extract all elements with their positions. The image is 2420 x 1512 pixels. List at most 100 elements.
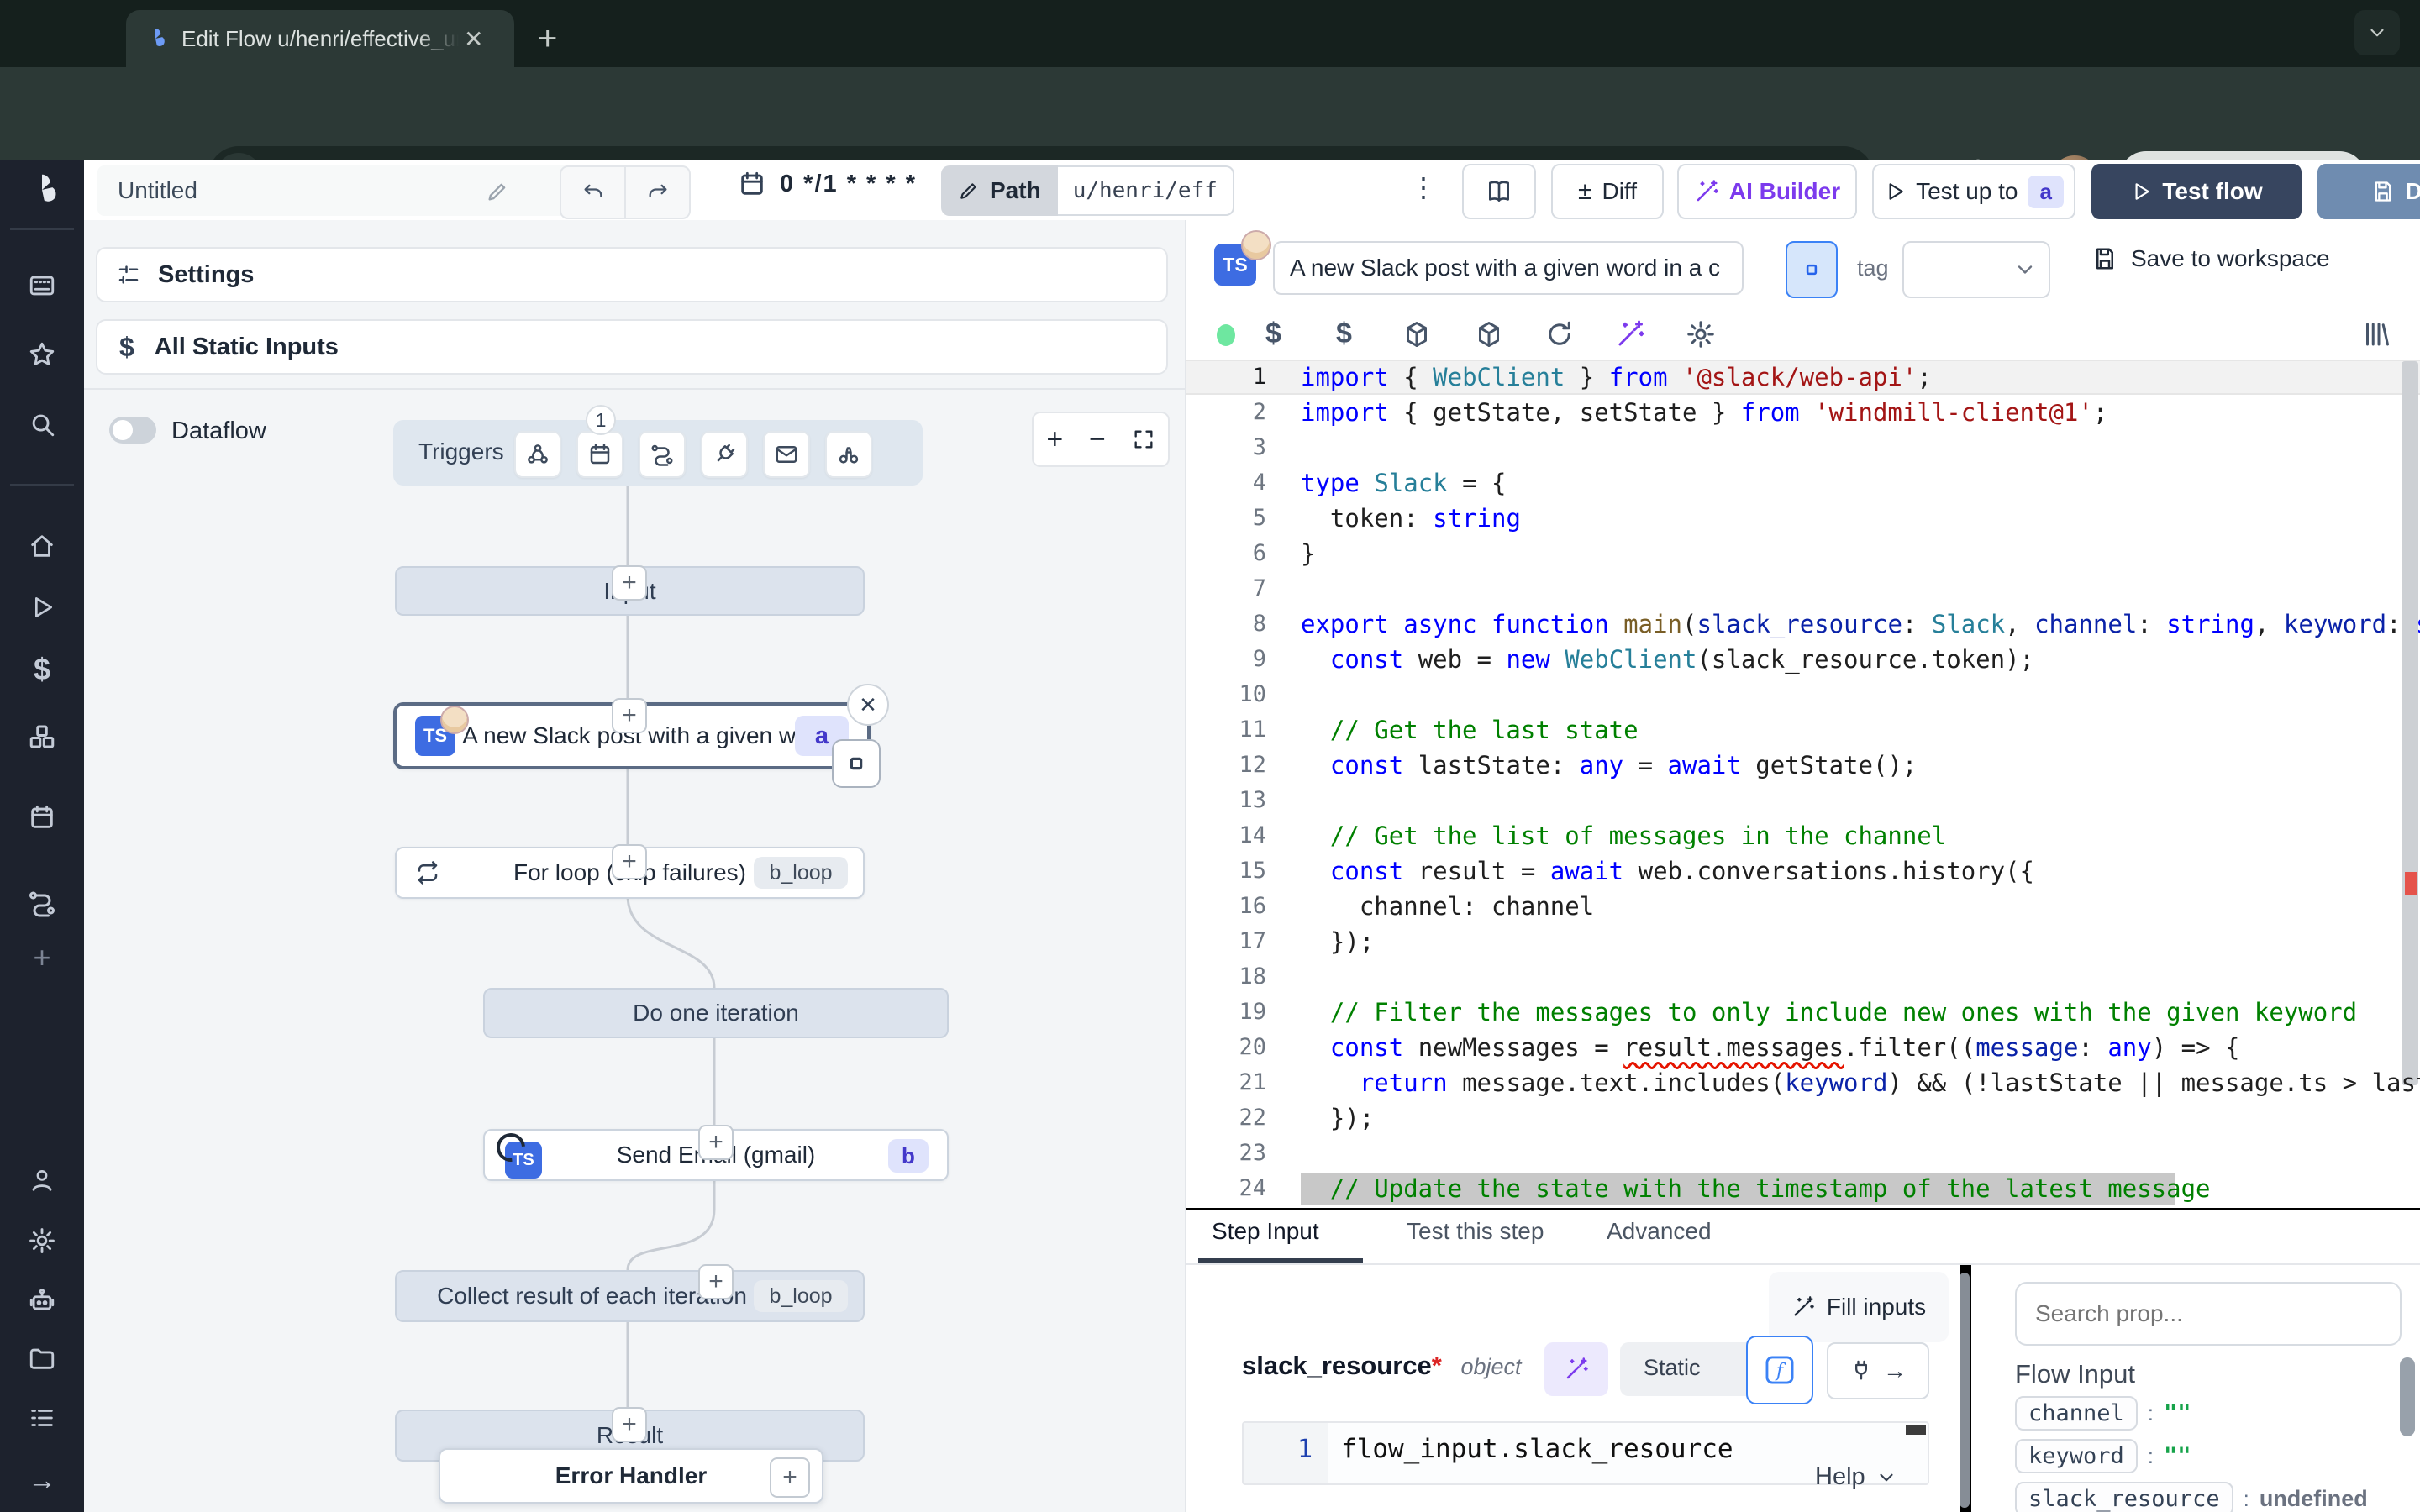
trigger-email-icon[interactable] (763, 431, 810, 478)
code-line[interactable]: 2import { getState, setState } from 'win… (1186, 395, 2420, 430)
tab-close-icon[interactable]: ✕ (464, 25, 483, 53)
trigger-scraper-icon[interactable] (825, 431, 872, 478)
library-icon[interactable] (2361, 319, 2391, 349)
props-scrollbar[interactable] (2400, 1357, 2415, 1436)
prop-name-pill[interactable]: channel (2015, 1396, 2138, 1431)
redo-button[interactable] (626, 167, 689, 218)
edit-name-pencil-icon[interactable] (486, 180, 509, 203)
schedule-display[interactable]: 0 */1 * * * * (738, 170, 917, 198)
ai-builder-button[interactable]: AI Builder (1677, 164, 1857, 219)
sidebar-search-icon[interactable] (28, 410, 56, 438)
node-do-one-iteration[interactable]: Do one iteration (483, 988, 949, 1038)
code-line[interactable]: 4type Slack = { (1186, 465, 2420, 501)
diff-button[interactable]: ± Diff (1551, 164, 1664, 219)
code-line[interactable]: 18 (1186, 959, 2420, 995)
code-line[interactable]: 21 return message.text.includes(keyword)… (1186, 1065, 2420, 1100)
input-mode-toggle[interactable]: Static f (1620, 1342, 1810, 1396)
code-line[interactable]: 12 const lastState: any = await getState… (1186, 748, 2420, 783)
more-options-icon[interactable]: ⋮ (1410, 171, 1437, 203)
sidebar-collapse-arrow-icon[interactable]: → (28, 1465, 56, 1498)
code-line[interactable]: 15 const result = await web.conversation… (1186, 853, 2420, 889)
code-line[interactable]: 13 (1186, 783, 2420, 818)
trigger-schedule-icon[interactable] (576, 431, 623, 478)
ai-assist-wand-icon[interactable] (1615, 319, 1645, 349)
contextual-variables-icon[interactable]: $ (1336, 318, 1352, 350)
sidebar-resources-icon[interactable] (27, 722, 57, 752)
module-box-button[interactable] (1786, 241, 1838, 298)
insert-step-button[interactable]: + (698, 1125, 734, 1160)
flow-input-prop[interactable]: channel:"" (2015, 1396, 2368, 1431)
package-icon[interactable] (1474, 319, 1504, 349)
reload-script-icon[interactable] (1544, 319, 1575, 349)
code-line[interactable]: 9 const web = new WebClient(slack_resour… (1186, 642, 2420, 677)
code-line[interactable]: 5 token: string (1186, 501, 2420, 536)
sidebar-runs-icon[interactable] (29, 594, 55, 621)
code-line[interactable]: 6} (1186, 536, 2420, 571)
insert-step-button[interactable]: + (612, 1407, 647, 1442)
sidebar-routes-icon[interactable] (27, 888, 57, 918)
sidebar-workspace-icon[interactable] (28, 271, 56, 300)
package-icon[interactable] (1402, 319, 1432, 349)
code-line[interactable]: 19 // Filter the messages to only includ… (1186, 995, 2420, 1030)
code-line[interactable]: 24 // Update the state with the timestam… (1186, 1171, 2420, 1206)
trigger-websocket-icon[interactable] (701, 431, 748, 478)
step-summary-input[interactable] (1273, 241, 1744, 295)
search-prop-input[interactable] (2015, 1282, 2402, 1346)
prop-name-pill[interactable]: keyword (2015, 1439, 2138, 1473)
early-stop-icon[interactable] (832, 739, 881, 788)
flow-input-prop[interactable]: slack_resource:undefined (2015, 1482, 2368, 1512)
code-line[interactable]: 10 (1186, 677, 2420, 712)
code-line[interactable]: 23 (1186, 1136, 2420, 1171)
editor-scrollbar[interactable] (2402, 361, 2418, 1085)
sidebar-add-icon[interactable]: + (33, 940, 50, 975)
code-line[interactable]: 11 // Get the last state (1186, 712, 2420, 748)
code-line[interactable]: 17 }); (1186, 924, 2420, 959)
tab-search-button[interactable] (2354, 10, 2400, 55)
sidebar-schedules-icon[interactable] (28, 803, 56, 832)
insert-step-button[interactable]: + (612, 698, 647, 733)
ai-fill-wand-button[interactable] (1544, 1342, 1608, 1396)
code-editor[interactable]: 1import { WebClient } from '@slack/web-a… (1186, 360, 2420, 1208)
flow-name-input[interactable] (97, 165, 598, 216)
prop-name-pill[interactable]: slack_resource (2015, 1482, 2233, 1512)
insert-step-button[interactable]: + (698, 1264, 734, 1299)
insert-step-button[interactable]: + (612, 565, 647, 601)
sidebar-home-icon[interactable] (28, 532, 56, 560)
sidebar-favorites-star-icon[interactable] (28, 340, 56, 369)
trigger-route-icon[interactable] (639, 431, 686, 478)
path-edit-button[interactable]: Path (941, 165, 1058, 216)
flow-input-prop[interactable]: keyword:"" (2015, 1439, 2368, 1473)
code-line[interactable]: 20 const newMessages = result.messages.f… (1186, 1030, 2420, 1065)
code-line[interactable]: 14 // Get the list of messages in the ch… (1186, 818, 2420, 853)
trigger-webhook-icon[interactable] (514, 431, 561, 478)
draft-button[interactable]: Draft (2317, 164, 2420, 219)
panel-scrollbar[interactable] (1960, 1273, 1970, 1508)
node-error-handler[interactable]: Error Handler + (439, 1448, 823, 1504)
insert-step-button[interactable]: + (612, 844, 647, 879)
fill-inputs-button[interactable]: Fill inputs (1769, 1272, 1949, 1342)
test-up-to-button[interactable]: Test up to a (1872, 164, 2075, 219)
sidebar-settings-gear-icon[interactable] (28, 1226, 56, 1255)
variables-icon[interactable]: $ (1265, 318, 1281, 350)
sidebar-variables-icon[interactable]: $ (34, 652, 50, 687)
new-tab-button[interactable]: + (538, 20, 557, 58)
code-line[interactable]: 22 }); (1186, 1100, 2420, 1136)
docs-button[interactable] (1462, 164, 1536, 219)
code-line[interactable]: 8export async function main(slack_resour… (1186, 606, 2420, 642)
help-link[interactable]: Help (1815, 1463, 1897, 1491)
undo-button[interactable] (561, 167, 626, 218)
path-group[interactable]: Path u/henri/eff (941, 165, 1234, 216)
sidebar-logs-icon[interactable] (28, 1404, 56, 1432)
javascript-mode-button[interactable]: f (1746, 1336, 1813, 1404)
tab-advanced[interactable]: Advanced (1607, 1218, 1712, 1245)
sidebar-folders-icon[interactable] (28, 1344, 56, 1373)
code-line[interactable]: 1import { WebClient } from '@slack/web-a… (1186, 360, 2420, 395)
test-flow-button[interactable]: Test flow (2091, 164, 2302, 219)
tab-step-input[interactable]: Step Input (1212, 1218, 1319, 1245)
save-to-workspace-button[interactable]: Save to workspace (2092, 245, 2330, 272)
browser-tab[interactable]: Edit Flow u/henri/effective_un ✕ (126, 10, 514, 67)
code-line[interactable]: 7 (1186, 571, 2420, 606)
code-line[interactable]: 3 (1186, 430, 2420, 465)
node-collect-result[interactable]: Collect result of each iteration b_loop (395, 1270, 865, 1322)
tab-test-this-step[interactable]: Test this step (1407, 1218, 1544, 1245)
